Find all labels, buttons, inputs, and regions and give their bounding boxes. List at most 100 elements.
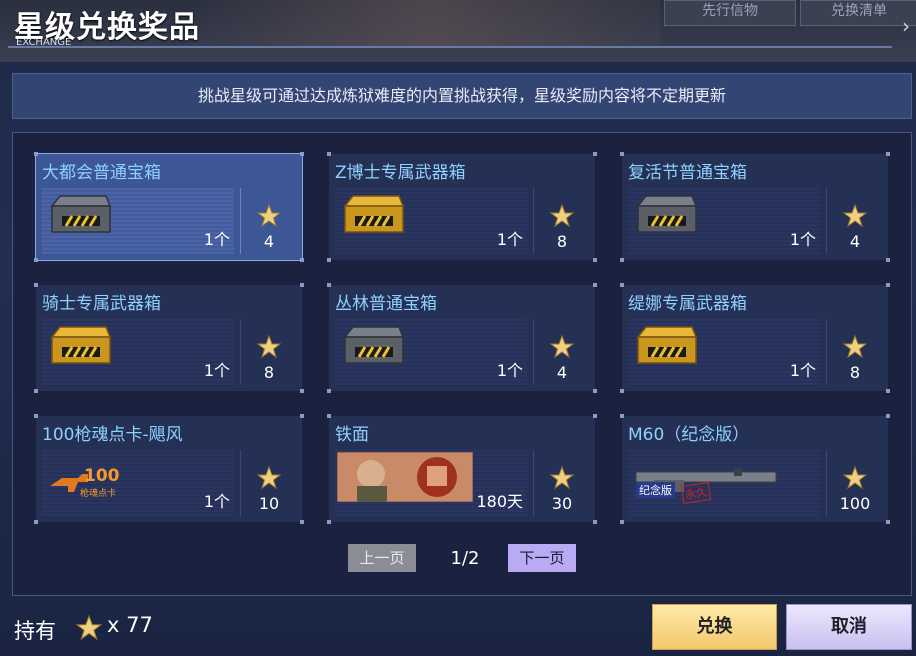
reward-card[interactable]: 复活节普通宝箱 1个 4 [620,152,890,262]
card-corner-decoration [300,258,304,262]
star-icon [843,204,867,228]
card-corner-decoration [300,520,304,524]
limited-edition-tag: 纪念版 [636,482,675,498]
reward-name: 骑士专属武器箱 [42,294,161,314]
reward-grid: 大都会普通宝箱 1个 4 Z博士专属武器箱 1个 8 复活节普通宝箱 1个 4 骑士专属武器箱 1个… [12,132,912,596]
reward-preview: 100 枪魂点卡 1个 [42,450,234,516]
card-corner-decoration [300,152,304,156]
card-corner-decoration [34,389,38,393]
cancel-button[interactable]: 取消 [786,604,912,650]
card-corner-decoration [34,258,38,262]
reward-star-cost: 8 [556,232,568,251]
reward-card[interactable]: 铁面 180天 30 [327,414,597,524]
card-corner-decoration [620,258,624,262]
card-corner-decoration [593,520,597,524]
card-corner-decoration [34,414,38,418]
card-icon-label: 枪魂点卡 [80,489,117,499]
card-corner-decoration [620,283,624,287]
reward-quantity: 180天 [476,492,523,511]
reward-cost-column: 8 [240,319,297,385]
star-icon [550,204,574,228]
reward-star-cost: 4 [556,363,568,382]
reward-card[interactable]: M60（纪念版） 纪念版 永久 100 [620,414,890,524]
card-corner-decoration [327,520,331,524]
card-corner-decoration [886,258,890,262]
reward-card[interactable]: 骑士专属武器箱 1个 8 [34,283,304,393]
header-divider [8,46,892,48]
card-corner-decoration [620,520,624,524]
reward-quantity: 1个 [203,361,230,380]
m60-rifle-icon: 纪念版 永久 [634,458,784,504]
card-corner-decoration [34,520,38,524]
star-icon [257,466,281,490]
reward-star-cost: 30 [551,494,573,513]
next-page-button[interactable]: 下一页 [508,544,576,572]
card-corner-decoration [300,414,304,418]
reward-preview: 1个 [628,319,820,385]
tab-prelude-token[interactable]: 先行信物 [664,0,796,26]
star-icon [550,335,574,359]
iron-face-character-icon [336,451,474,506]
card-corner-decoration [327,258,331,262]
card-corner-decoration [327,283,331,287]
card-corner-decoration [327,389,331,393]
reward-star-cost: 8 [263,363,275,382]
star-icon [257,335,281,359]
notice-banner: 挑战星级可通过达成炼狱难度的内置挑战获得，星级奖励内容将不定期更新 [12,73,912,119]
header-background-art [200,0,660,48]
card-corner-decoration [886,283,890,287]
reward-cost-column: 4 [533,319,590,385]
reward-name: 100枪魂点卡-飓风 [42,425,183,445]
reward-card[interactable]: 100枪魂点卡-飓风 100 枪魂点卡 1个 10 [34,414,304,524]
reward-card[interactable]: 缇娜专属武器箱 1个 8 [620,283,890,393]
exchange-button[interactable]: 兑换 [652,604,777,650]
card-corner-decoration [300,389,304,393]
card-corner-decoration [620,389,624,393]
card-corner-decoration [620,414,624,418]
reward-quantity: 1个 [203,492,230,511]
card-corner-decoration [886,152,890,156]
reward-quantity: 1个 [496,361,523,380]
reward-quantity: 1个 [496,230,523,249]
hold-label: 持有 [14,619,56,643]
silver-chest-icon [48,192,114,240]
reward-cost-column: 8 [533,188,590,254]
card-corner-decoration [34,283,38,287]
reward-star-cost: 10 [258,494,280,513]
reward-card[interactable]: Z博士专属武器箱 1个 8 [327,152,597,262]
card-corner-decoration [593,258,597,262]
card-corner-decoration [300,283,304,287]
reward-cost-column: 10 [240,450,297,516]
reward-quantity: 1个 [789,361,816,380]
reward-quantity: 1个 [789,230,816,249]
reward-name: 铁面 [335,425,369,445]
card-corner-decoration [620,152,624,156]
header-bar: 先行信物 兑换清单 星级兑换奖品 EXCHANGE › [0,0,916,62]
permanent-stamp: 永久 [680,482,712,504]
reward-preview: 1个 [335,319,527,385]
star-icon [843,335,867,359]
reward-name: 缇娜专属武器箱 [628,294,747,314]
reward-name: 丛林普通宝箱 [335,294,437,314]
star-icon [257,204,281,228]
reward-preview: 180天 [335,450,527,516]
reward-star-cost: 100 [839,494,871,513]
tab-exchange-list[interactable]: 兑换清单 [800,0,916,26]
notice-text: 挑战星级可通过达成炼狱难度的内置挑战获得，星级奖励内容将不定期更新 [197,86,726,105]
silver-chest-icon [341,323,407,371]
reward-card[interactable]: 丛林普通宝箱 1个 4 [327,283,597,393]
reward-preview: 1个 [335,188,527,254]
reward-name: M60（纪念版） [628,425,750,445]
card-corner-decoration [593,283,597,287]
gold-chest-icon [341,192,407,240]
reward-cost-column: 30 [533,450,590,516]
reward-cost-column: 100 [826,450,883,516]
reward-name: 大都会普通宝箱 [42,163,161,183]
reward-name: 复活节普通宝箱 [628,163,747,183]
reward-card[interactable]: 大都会普通宝箱 1个 4 [34,152,304,262]
reward-cost-column: 8 [826,319,883,385]
star-icon [843,466,867,490]
reward-cost-column: 4 [826,188,883,254]
close-icon[interactable]: › [902,12,916,40]
prev-page-button[interactable]: 上一页 [348,544,416,572]
